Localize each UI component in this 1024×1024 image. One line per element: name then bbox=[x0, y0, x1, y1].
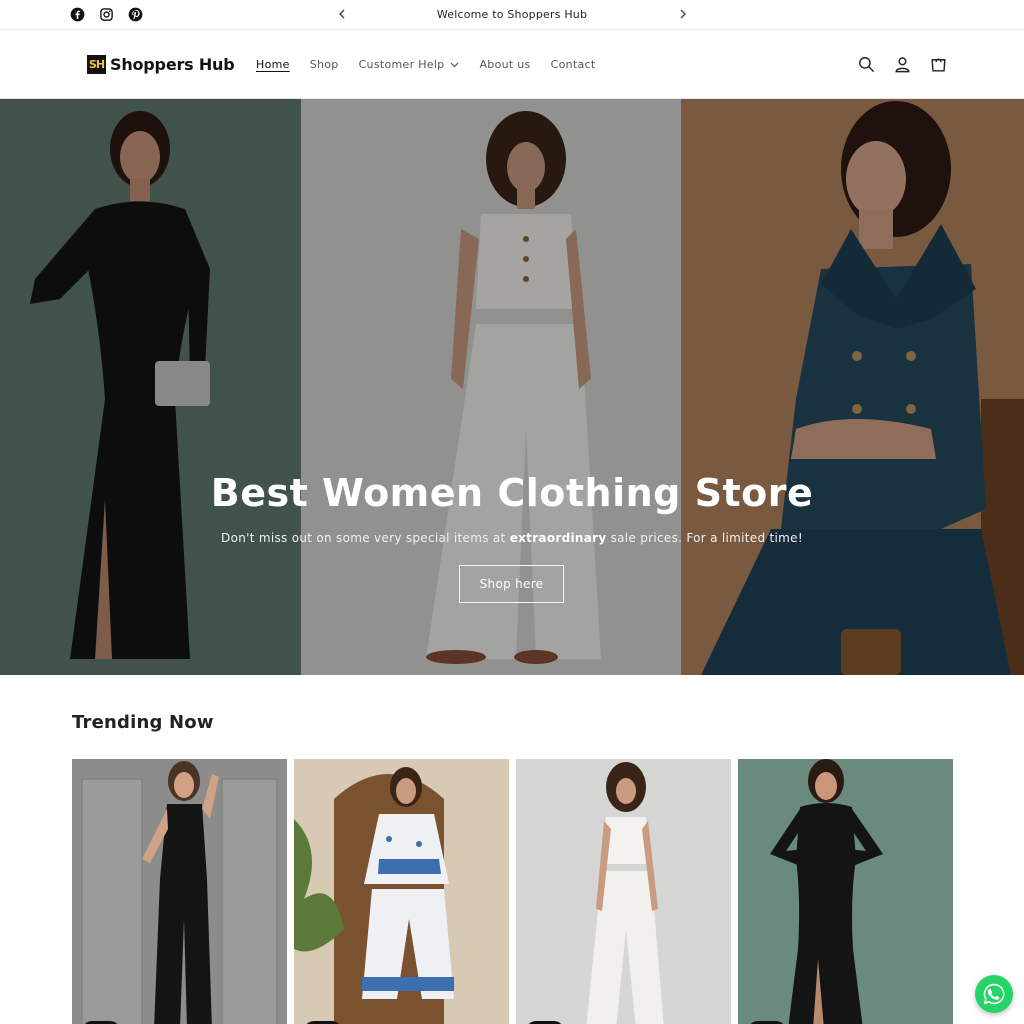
product-card[interactable] bbox=[294, 759, 509, 1024]
logo-text: Shoppers Hub bbox=[110, 55, 235, 74]
hero-title: Best Women Clothing Store bbox=[210, 471, 814, 515]
nav-item-about[interactable]: About us bbox=[479, 58, 530, 71]
site-logo[interactable]: SH Shoppers Hub bbox=[87, 55, 235, 74]
announcement-next-button[interactable] bbox=[675, 6, 691, 22]
hero-subtitle-bold: extraordinary bbox=[509, 531, 607, 545]
nav-item-contact[interactable]: Contact bbox=[551, 58, 596, 71]
whatsapp-chat-button[interactable] bbox=[975, 975, 1013, 1013]
facebook-icon[interactable] bbox=[70, 7, 85, 22]
pinterest-icon[interactable] bbox=[128, 7, 143, 22]
logo-mark: SH bbox=[87, 55, 106, 74]
whatsapp-icon bbox=[983, 983, 1005, 1005]
chevron-right-icon bbox=[680, 9, 686, 19]
product-card[interactable] bbox=[516, 759, 731, 1024]
social-links bbox=[70, 7, 143, 22]
nav-item-home[interactable]: Home bbox=[256, 58, 290, 71]
header-icons bbox=[857, 55, 948, 74]
account-icon[interactable] bbox=[893, 55, 912, 74]
chevron-left-icon bbox=[339, 9, 345, 19]
product-image bbox=[294, 759, 509, 1024]
shop-here-button[interactable]: Shop here bbox=[459, 565, 564, 603]
product-card[interactable] bbox=[72, 759, 287, 1024]
trending-title: Trending Now bbox=[72, 712, 214, 733]
nav-item-shop[interactable]: Shop bbox=[310, 58, 339, 71]
product-grid bbox=[72, 759, 953, 1024]
hero-banner: Best Women Clothing Store Don't miss out… bbox=[0, 99, 1024, 675]
nav-item-customer-help-label: Customer Help bbox=[358, 58, 445, 71]
nav-item-customer-help[interactable]: Customer Help bbox=[359, 58, 460, 71]
hero-subtitle-end: sale prices. For a limited time! bbox=[606, 531, 803, 545]
hero-subtitle-start: Don't miss out on some very special item… bbox=[221, 531, 510, 545]
main-nav: Home Shop Customer Help About us Contact bbox=[256, 58, 616, 71]
chevron-down-icon bbox=[451, 62, 459, 67]
product-image bbox=[516, 759, 731, 1024]
instagram-icon[interactable] bbox=[99, 7, 114, 22]
site-header: SH Shoppers Hub Home Shop Customer Help … bbox=[0, 31, 1024, 99]
product-image bbox=[72, 759, 287, 1024]
product-image bbox=[738, 759, 953, 1024]
announcement-prev-button[interactable] bbox=[334, 6, 350, 22]
announcement-bar: Welcome to Shoppers Hub bbox=[0, 0, 1024, 30]
hero-subtitle: Don't miss out on some very special item… bbox=[0, 531, 1024, 545]
cart-icon[interactable] bbox=[929, 55, 948, 74]
announcement-text: Welcome to Shoppers Hub bbox=[436, 8, 588, 21]
search-icon[interactable] bbox=[857, 55, 876, 74]
product-card[interactable] bbox=[738, 759, 953, 1024]
